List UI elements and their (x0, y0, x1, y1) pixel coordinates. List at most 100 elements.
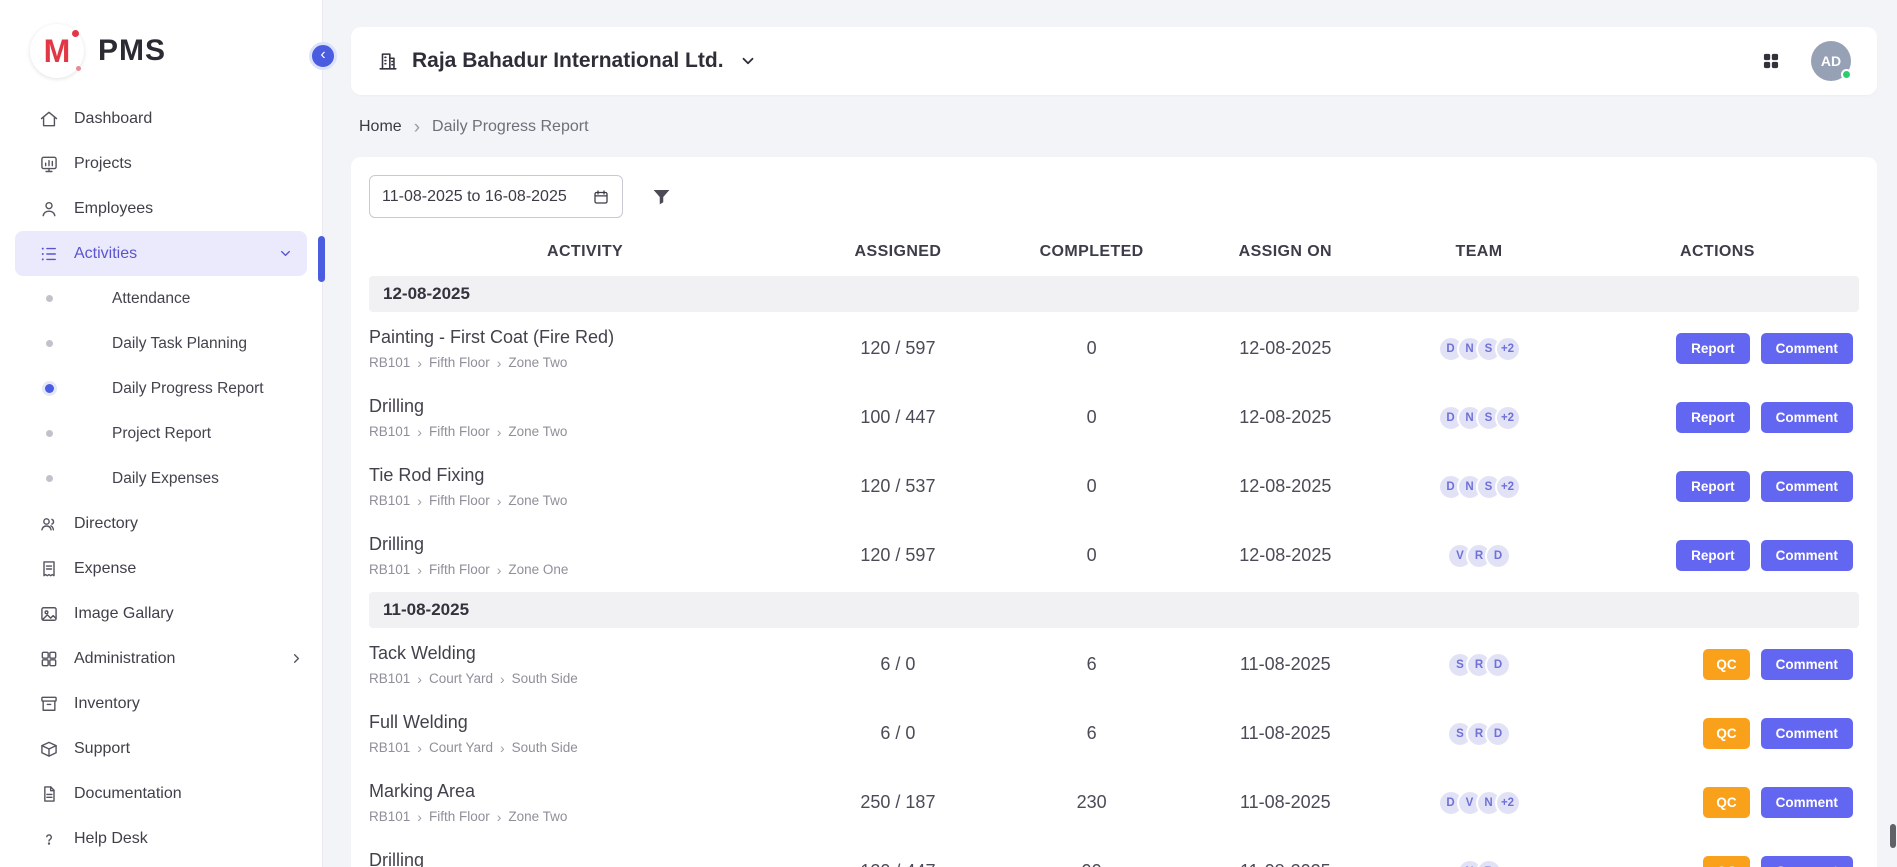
path-segment: Zone Two (508, 493, 567, 508)
sidebar-item-projects[interactable]: Projects (0, 141, 322, 186)
sidebar-item-expense[interactable]: Expense (0, 546, 322, 591)
image-icon (38, 604, 60, 624)
team-avatar[interactable]: D (1485, 652, 1511, 678)
activity-cell: Drilling RB101›Fifth Floor›Zone Two (369, 850, 801, 867)
row-actions: Report Comment (1576, 471, 1859, 502)
sidebar-item-administration[interactable]: Administration (0, 636, 322, 681)
report-button[interactable]: Report (1676, 333, 1750, 364)
list-icon (38, 244, 60, 264)
activity-path: RB101›Court Yard›South Side (369, 671, 791, 686)
completed-value: 0 (995, 476, 1189, 497)
user-avatar[interactable]: AD (1811, 41, 1851, 81)
sidebar-item-support[interactable]: Support (0, 726, 322, 771)
sidebar-item-directory[interactable]: Directory (0, 501, 322, 546)
scrollbar-thumb[interactable] (1890, 824, 1896, 848)
completed-value: 0 (995, 338, 1189, 359)
assigned-value: 100 / 447 (801, 407, 995, 428)
assign-on-value: 12-08-2025 (1188, 407, 1382, 428)
sidebar-item-help-desk[interactable]: Help Desk (0, 816, 322, 861)
team-avatar[interactable]: D (1485, 721, 1511, 747)
activity-title[interactable]: Drilling (369, 396, 791, 417)
sidebar-item-inventory[interactable]: Inventory (0, 681, 322, 726)
comment-button[interactable]: Comment (1761, 402, 1853, 433)
team-avatar[interactable]: R (1476, 859, 1502, 867)
sidebar-item-dashboard[interactable]: Dashboard (0, 96, 322, 141)
team-overflow-badge[interactable]: +2 (1495, 474, 1521, 500)
table-row: Drilling RB101›Fifth Floor›Zone One 120 … (369, 521, 1859, 590)
sidebar-subitem-label: Attendance (112, 290, 190, 308)
sidebar-subitem-daily-task-planning[interactable]: Daily Task Planning (0, 321, 322, 366)
sidebar-subitem-daily-progress-report[interactable]: Daily Progress Report (0, 366, 322, 411)
path-segment: Fifth Floor (429, 424, 490, 439)
comment-button[interactable]: Comment (1761, 649, 1853, 680)
sidebar-collapse-button[interactable]: ‹ (309, 42, 337, 70)
row-actions: QC Comment (1576, 649, 1859, 680)
activity-title[interactable]: Marking Area (369, 781, 791, 802)
assigned-value: 6 / 0 (801, 723, 995, 744)
activity-title[interactable]: Full Welding (369, 712, 791, 733)
qc-button[interactable]: QC (1703, 718, 1749, 749)
breadcrumb-home-link[interactable]: Home (359, 118, 402, 136)
qc-button[interactable]: QC (1703, 787, 1749, 818)
filter-funnel-icon[interactable] (651, 186, 672, 207)
team-overflow-badge[interactable]: +2 (1495, 790, 1521, 816)
report-button[interactable]: Report (1676, 471, 1750, 502)
row-actions: QC Comment (1576, 718, 1859, 749)
sidebar-subitem-label: Project Report (112, 425, 211, 443)
qc-button[interactable]: QC (1703, 856, 1749, 867)
activity-title[interactable]: Painting - First Coat (Fire Red) (369, 327, 791, 348)
activity-cell: Drilling RB101›Fifth Floor›Zone One (369, 534, 801, 577)
company-selector[interactable]: Raja Bahadur International Ltd. (377, 49, 757, 73)
chevron-right-icon: › (417, 672, 422, 686)
online-status-dot (1841, 69, 1852, 80)
path-segment: Fifth Floor (429, 355, 490, 370)
chevron-right-icon: › (500, 741, 505, 755)
sidebar-subitem-daily-expenses[interactable]: Daily Expenses (0, 456, 322, 501)
path-segment: RB101 (369, 424, 410, 439)
path-segment: Court Yard (429, 671, 493, 686)
table-row: Marking Area RB101›Fifth Floor›Zone Two … (369, 768, 1859, 837)
qc-button[interactable]: QC (1703, 649, 1749, 680)
sidebar-item-documentation[interactable]: Documentation (0, 771, 322, 816)
table-body: 12-08-2025 Painting - First Coat (Fire R… (369, 276, 1859, 867)
table-row: Full Welding RB101›Court Yard›South Side… (369, 699, 1859, 768)
logo[interactable]: M PMS (0, 0, 322, 92)
path-segment: RB101 (369, 740, 410, 755)
team-overflow-badge[interactable]: +2 (1495, 336, 1521, 362)
report-button[interactable]: Report (1676, 402, 1750, 433)
apps-grid-icon[interactable] (1761, 51, 1781, 71)
date-range-input[interactable]: 11-08-2025 to 16-08-2025 (369, 175, 623, 218)
activity-title[interactable]: Drilling (369, 850, 791, 867)
question-icon (38, 829, 60, 849)
column-header-team: TEAM (1382, 243, 1576, 261)
group-header-row: 12-08-2025 (369, 276, 1859, 312)
chevron-right-icon: › (417, 494, 422, 508)
sidebar-item-label: Employees (74, 200, 153, 218)
document-icon (38, 784, 60, 804)
comment-button[interactable]: Comment (1761, 856, 1853, 867)
report-button[interactable]: Report (1676, 540, 1750, 571)
sidebar-item-activities[interactable]: Activities (15, 231, 307, 276)
sidebar: M PMS Dashboard Projects Employees (0, 0, 323, 867)
team-overflow-badge[interactable]: +2 (1495, 405, 1521, 431)
sidebar-subitem-project-report[interactable]: Project Report (0, 411, 322, 456)
comment-button[interactable]: Comment (1761, 540, 1853, 571)
sidebar-subitem-attendance[interactable]: Attendance (0, 276, 322, 321)
comment-button[interactable]: Comment (1761, 471, 1853, 502)
chevron-right-icon: › (497, 425, 502, 439)
activity-title[interactable]: Tie Rod Fixing (369, 465, 791, 486)
comment-button[interactable]: Comment (1761, 718, 1853, 749)
activity-cell: Full Welding RB101›Court Yard›South Side (369, 712, 801, 755)
date-range-value: 11-08-2025 to 16-08-2025 (382, 188, 567, 206)
activity-title[interactable]: Tack Welding (369, 643, 791, 664)
comment-button[interactable]: Comment (1761, 787, 1853, 818)
team-avatar[interactable]: D (1485, 543, 1511, 569)
sidebar-item-employees[interactable]: Employees (0, 186, 322, 231)
activity-title[interactable]: Drilling (369, 534, 791, 555)
calendar-icon (592, 188, 610, 206)
sidebar-item-image-gallery[interactable]: Image Gallary (0, 591, 322, 636)
activity-cell: Painting - First Coat (Fire Red) RB101›F… (369, 327, 801, 370)
team-avatars: DVN+2 (1382, 790, 1576, 816)
comment-button[interactable]: Comment (1761, 333, 1853, 364)
grid-icon (38, 649, 60, 669)
